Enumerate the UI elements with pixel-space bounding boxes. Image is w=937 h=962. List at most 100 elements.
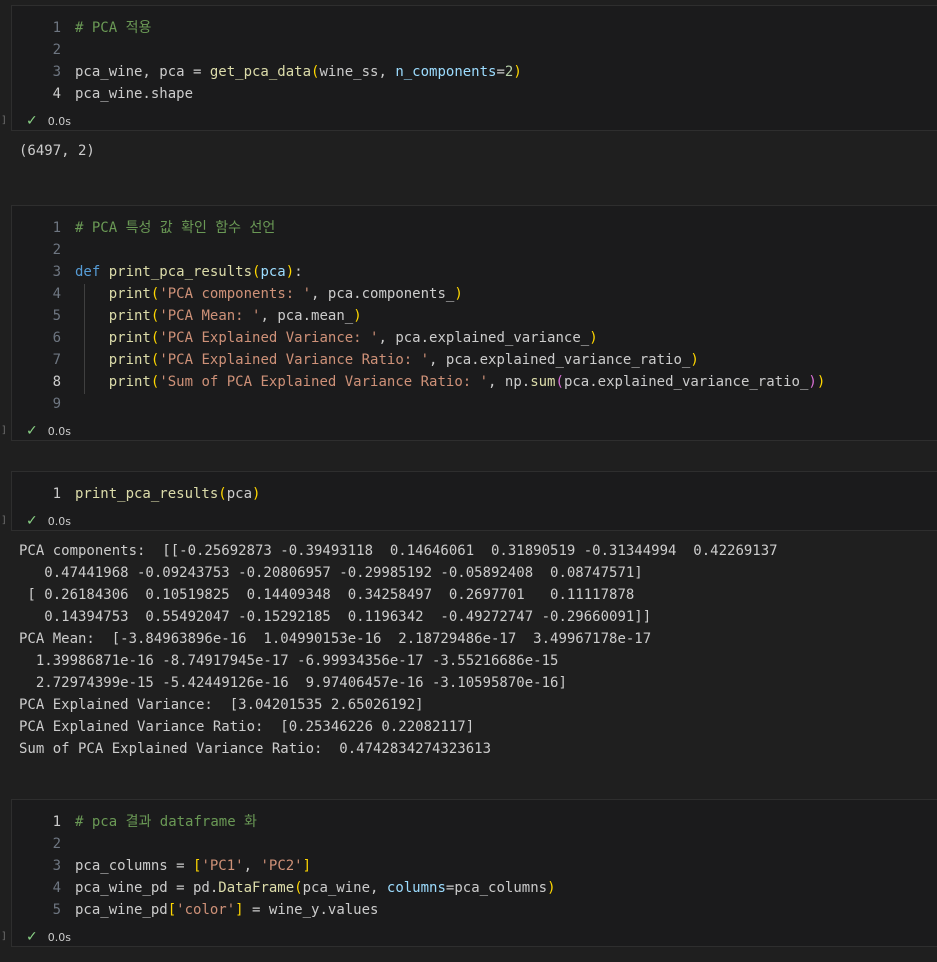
code-token: DataFrame <box>218 880 295 896</box>
code-token: ) <box>589 330 598 346</box>
code-token: ( <box>218 486 227 502</box>
code-token: ) <box>816 374 826 390</box>
code-text: print('PCA components: ', pca.components… <box>75 283 463 305</box>
code-text: print('PCA Explained Variance Ratio: ', … <box>75 349 699 371</box>
code-token: wine_ss, <box>319 64 396 80</box>
code-token: 'PCA Explained Variance Ratio: ' <box>159 352 430 368</box>
code-text: # pca 결과 dataframe 화 <box>75 811 257 833</box>
code-token: sum <box>530 374 556 390</box>
code-token: pca <box>226 486 253 502</box>
execution-status: ✓ 0.0s <box>26 929 71 945</box>
code-cell-1[interactable]: ] 1 # PCA 적용 2 3 pca_wine, pca = get_pca_dat… <box>1 5 937 131</box>
code-token: 'PCA components: ' <box>159 286 312 302</box>
code-text: pca_wine.shape <box>75 83 193 105</box>
code-token: 'PC2' <box>260 858 303 874</box>
line-number: 4 <box>52 86 61 102</box>
line-number: 1 <box>52 486 61 502</box>
code-text: pca_wine, pca = get_pca_data(wine_ss, n_… <box>75 61 522 83</box>
code-token: # pca 결과 dataframe 화 <box>75 814 257 830</box>
code-token: ) <box>547 880 556 896</box>
cell-bracket: ] <box>1 115 8 126</box>
cell-3-output: PCA components: [[-0.25692873 -0.3949311… <box>19 543 778 757</box>
code-token: [ <box>167 902 177 918</box>
cell-bracket: ] <box>1 931 8 942</box>
checkmark-icon: ✓ <box>26 113 38 129</box>
code-token: pca.explained_variance_ratio_ <box>563 374 809 390</box>
code-text: print('PCA Mean: ', pca.mean_) <box>75 305 362 327</box>
checkmark-icon: ✓ <box>26 423 38 439</box>
code-token: 'Sum of PCA Explained Variance Ratio: ' <box>159 374 489 390</box>
code-token: pca_wine_pd <box>75 902 168 918</box>
code-token: pca <box>260 264 286 280</box>
execution-status: ✓ 0.0s <box>26 423 71 439</box>
code-token: get_pca_data <box>209 64 312 80</box>
code-text: pca_wine_pd = pd.DataFrame(pca_wine, col… <box>75 877 556 899</box>
code-text: pca_wine_pd['color'] = wine_y.values <box>75 899 378 921</box>
execution-time: 0.0s <box>47 515 71 528</box>
code-token: : <box>294 264 303 280</box>
line-number: 4 <box>52 880 61 896</box>
code-token: print <box>108 374 151 390</box>
line-number: 3 <box>52 64 61 80</box>
code-token: 'PCA Mean: ' <box>159 308 261 324</box>
line-number: 5 <box>52 308 61 324</box>
code-token: pca_wine, <box>302 880 387 896</box>
code-token: = wine_y.values <box>243 902 379 918</box>
code-cell-2[interactable]: ] 1 # PCA 특성 값 확인 함수 선언 2 3 def print_pca_re… <box>1 205 937 441</box>
code-token: print_pca_results <box>108 264 253 280</box>
code-text: print('PCA Explained Variance: ', pca.ex… <box>75 327 598 349</box>
code-token: # PCA 적용 <box>75 20 152 36</box>
code-text: # PCA 적용 <box>75 17 151 39</box>
code-token: , np. <box>488 374 531 390</box>
line-number: 3 <box>52 858 61 874</box>
code-token: , <box>243 858 261 874</box>
code-token: 'PCA Explained Variance: ' <box>159 330 379 346</box>
code-cell-4[interactable]: ] 1 # pca 결과 dataframe 화 2 3 pca_columns = [… <box>1 799 937 947</box>
code-token: ) <box>285 264 295 280</box>
line-number: 5 <box>52 902 61 918</box>
code-token: = <box>496 64 505 80</box>
line-number: 2 <box>52 836 61 852</box>
line-number: 2 <box>52 42 61 58</box>
code-text: pca_columns = ['PC1', 'PC2'] <box>75 855 311 877</box>
line-number: 3 <box>52 264 61 280</box>
execution-status: ✓ 0.0s <box>26 113 71 129</box>
execution-time: 0.0s <box>47 931 71 944</box>
cell-1-output: (6497, 2) <box>19 143 95 159</box>
line-number: 2 <box>52 242 61 258</box>
execution-time: 0.0s <box>47 425 71 438</box>
code-token: def <box>75 264 109 280</box>
cell-bracket: ] <box>1 425 8 436</box>
code-token: print <box>108 286 151 302</box>
line-number: 1 <box>52 814 61 830</box>
code-token: print_pca_results <box>75 486 219 502</box>
code-token: , pca.explained_variance_ <box>378 330 590 346</box>
code-cell-3[interactable]: ] 1 print_pca_results(pca) ✓ 0.0s <box>1 471 937 531</box>
code-token: ) <box>690 352 699 368</box>
code-token: ) <box>454 286 463 302</box>
checkmark-icon: ✓ <box>26 513 38 529</box>
code-token: ) <box>513 64 522 80</box>
code-token: 'color' <box>176 902 236 918</box>
line-number: 9 <box>52 396 61 412</box>
execution-status: ✓ 0.0s <box>26 513 71 529</box>
cell-bracket: ] <box>1 515 8 526</box>
code-text: print_pca_results(pca) <box>75 483 260 505</box>
line-number: 6 <box>52 330 61 346</box>
code-token: columns <box>386 880 446 896</box>
line-number: 1 <box>52 220 61 236</box>
code-token: n_components <box>395 64 497 80</box>
code-text: # PCA 특성 값 확인 함수 선언 <box>75 217 275 239</box>
code-token: ( <box>555 374 564 390</box>
code-token: ) <box>353 308 362 324</box>
code-token: 'PC1' <box>201 858 244 874</box>
code-token: ] <box>302 858 312 874</box>
checkmark-icon: ✓ <box>26 929 38 945</box>
line-number: 8 <box>52 374 61 390</box>
code-token: , pca.components_ <box>311 286 455 302</box>
execution-time: 0.0s <box>47 115 71 128</box>
